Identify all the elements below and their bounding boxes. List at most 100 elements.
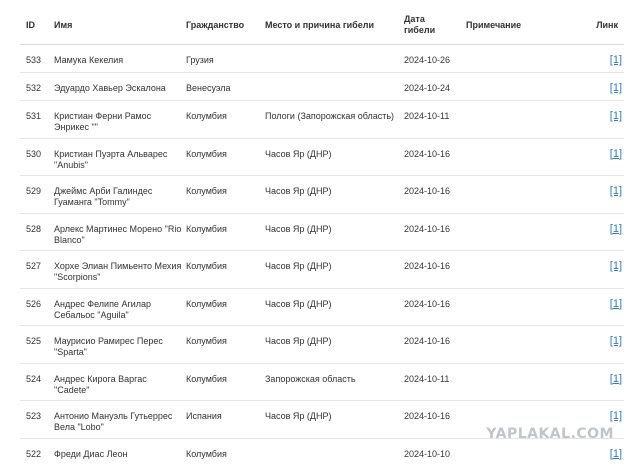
source-link[interactable]: [1]	[610, 448, 622, 460]
row-citizenship: Испания	[186, 411, 222, 421]
table-row: 533 Мамука Кекелия Грузия 2024-10-26 [1]	[20, 45, 624, 73]
row-id: 522	[26, 448, 42, 459]
header-link: Линк	[596, 19, 618, 30]
row-id: 530	[26, 148, 42, 159]
row-note	[466, 176, 570, 186]
source-link[interactable]: [1]	[610, 110, 622, 122]
row-citizenship: Грузия	[186, 55, 214, 65]
row-citizenship: Колумбия	[186, 111, 227, 121]
row-note	[466, 45, 570, 55]
row-name: Андрес Фелипе Агилар Себальос "Aguila"	[54, 298, 152, 320]
row-name: Хорхе Элиан Пимьенто Мехия "Scorpions"	[54, 261, 182, 282]
row-date: 2024-10-16	[404, 298, 451, 309]
row-name: Джеймс Арби Галиндес Гуаманга "Tommy"	[54, 186, 153, 207]
row-place: Часов Яр (ДНР)	[265, 186, 332, 196]
row-id: 526	[26, 298, 42, 309]
row-name: Антонио Мануэль Гутьеррес Вела "Lobo"	[54, 411, 173, 432]
source-link[interactable]: [1]	[610, 260, 622, 272]
row-name: Арлекс Мартинес Морено "Rio Blanco"	[54, 223, 182, 245]
row-date: 2024-10-24	[404, 83, 451, 93]
row-note	[466, 401, 570, 411]
row-id: 523	[26, 411, 42, 421]
table-row: 526 Андрес Фелипе Агилар Себальос "Aguil…	[20, 289, 624, 326]
table-row: 530 Кристиан Пуэрта Альварес "Anubis" Ко…	[20, 139, 624, 176]
source-link[interactable]: [1]	[610, 185, 622, 197]
row-citizenship: Колумбия	[186, 148, 227, 159]
table-row: 527 Хорхе Элиан Пимьенто Мехия "Scorpion…	[20, 251, 624, 289]
casualties-table: ID Имя Гражданство Место и причина гибел…	[20, 6, 624, 464]
row-link-cell: [1]	[570, 364, 624, 385]
header-date-line2: гибели	[404, 25, 436, 35]
row-date: 2024-10-26	[404, 55, 451, 65]
row-place: Часов Яр (ДНР)	[265, 223, 332, 234]
row-name: Маурисио Рамирес Перес "Sparta"	[54, 336, 163, 357]
row-citizenship: Колумбия	[186, 261, 227, 271]
row-id: 533	[26, 55, 42, 65]
row-note	[466, 139, 570, 149]
source-link[interactable]: [1]	[610, 410, 622, 422]
row-place: Пологи (Запорожская область)	[265, 111, 395, 121]
row-place: Часов Яр (ДНР)	[265, 411, 332, 421]
row-place: Часов Яр (ДНР)	[265, 261, 332, 271]
row-note	[466, 364, 570, 374]
row-place	[265, 439, 404, 449]
row-note	[466, 214, 570, 224]
row-note	[466, 251, 570, 261]
row-link-cell: [1]	[570, 176, 624, 197]
header-citizenship: Гражданство	[186, 19, 245, 30]
row-link-cell: [1]	[570, 326, 624, 347]
row-id: 529	[26, 186, 42, 196]
row-link-cell: [1]	[570, 45, 624, 66]
row-date: 2024-10-11	[404, 111, 450, 121]
row-id: 532	[26, 83, 42, 93]
row-name: Фреди Диас Леон	[54, 448, 128, 459]
table-row: 532 Эдуардо Хавьер Эскалона Венесуэла 20…	[20, 73, 624, 101]
row-id: 528	[26, 223, 42, 234]
table-row: 524 Андрес Кирога Варгас "Cadete" Колумб…	[20, 364, 624, 401]
row-date: 2024-10-16	[404, 261, 451, 271]
source-link[interactable]: [1]	[610, 373, 622, 385]
row-link-cell: [1]	[570, 214, 624, 235]
header-id: ID	[26, 19, 35, 30]
table-header: ID Имя Гражданство Место и причина гибел…	[20, 6, 624, 45]
row-link-cell: [1]	[570, 73, 624, 94]
row-date: 2024-10-16	[404, 186, 451, 196]
row-citizenship: Колумбия	[186, 186, 227, 196]
table-row: 528 Арлекс Мартинес Морено "Rio Blanco" …	[20, 214, 624, 251]
row-place	[265, 45, 404, 55]
table-row: 529 Джеймс Арби Галиндес Гуаманга "Tommy…	[20, 176, 624, 214]
source-link[interactable]: [1]	[610, 335, 622, 347]
row-note	[466, 101, 570, 111]
table-row: 531 Кристиан Ферни Рамос Энрикес "" Колу…	[20, 101, 624, 139]
header-name: Имя	[54, 19, 73, 30]
source-link[interactable]: [1]	[610, 298, 622, 310]
source-link[interactable]: [1]	[610, 82, 622, 94]
row-name: Андрес Кирога Варгас "Cadete"	[54, 373, 147, 395]
row-note	[466, 73, 570, 83]
row-name: Мамука Кекелия	[54, 55, 124, 65]
source-link[interactable]: [1]	[610, 148, 622, 160]
row-place	[265, 73, 404, 83]
row-place: Часов Яр (ДНР)	[265, 336, 332, 346]
row-name: Кристиан Ферни Рамос Энрикес ""	[54, 111, 152, 132]
row-citizenship: Колумбия	[186, 223, 227, 234]
row-link-cell: [1]	[570, 401, 624, 422]
table-row: 522 Фреди Диас Леон Колумбия 2024-10-10 …	[20, 439, 624, 464]
row-citizenship: Колумбия	[186, 373, 227, 384]
row-citizenship: Колумбия	[186, 448, 227, 459]
row-date: 2024-10-16	[404, 148, 451, 159]
row-place: Часов Яр (ДНР)	[265, 298, 332, 309]
row-link-cell: [1]	[570, 139, 624, 160]
row-citizenship: Колумбия	[186, 336, 227, 346]
row-id: 531	[26, 111, 42, 121]
site-watermark: YAPLAKAL.COM	[486, 426, 614, 442]
row-link-cell: [1]	[570, 101, 624, 122]
header-place: Место и причина гибели	[265, 19, 374, 30]
source-link[interactable]: [1]	[610, 54, 622, 66]
row-date: 2024-10-16	[404, 336, 451, 346]
header-date: Дата гибели	[404, 14, 466, 36]
row-note	[466, 326, 570, 336]
row-link-cell: [1]	[570, 289, 624, 310]
source-link[interactable]: [1]	[610, 223, 622, 235]
row-link-cell: [1]	[570, 251, 624, 272]
